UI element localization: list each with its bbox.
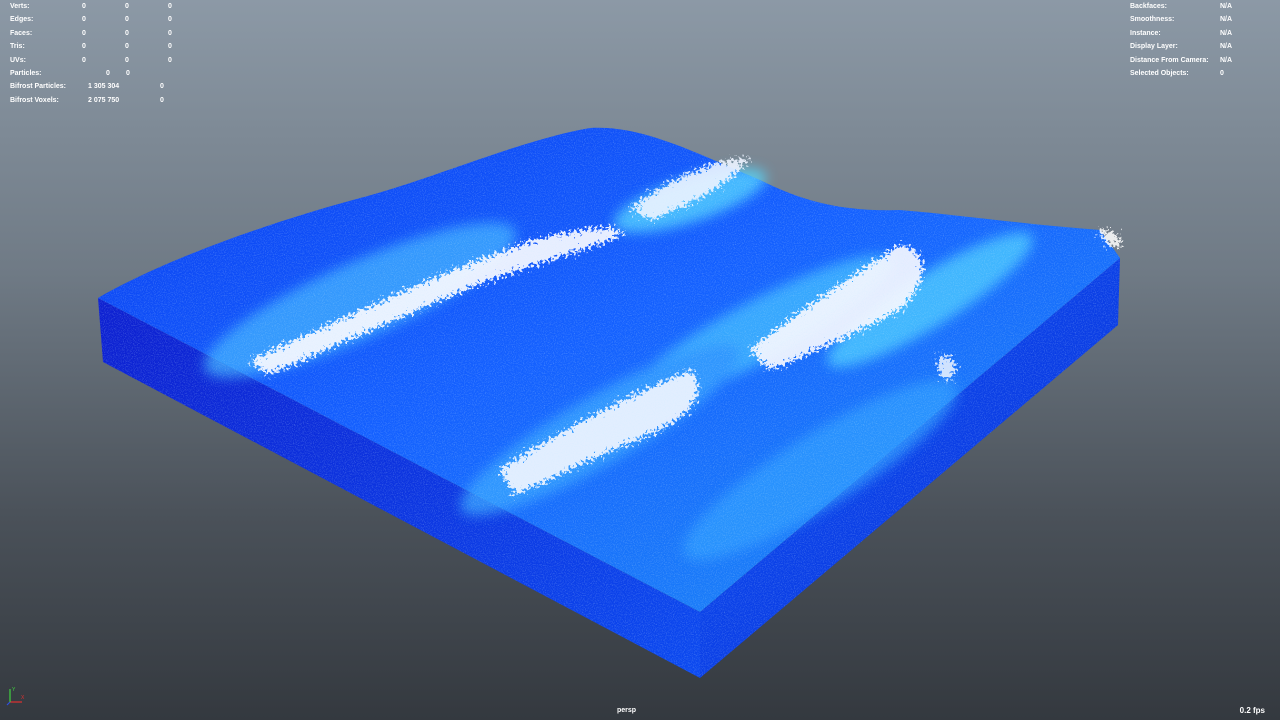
hud-label: Bifrost Voxels:: [10, 96, 59, 104]
hud-value: 0: [82, 29, 86, 37]
hud-row-bifrost-voxels: Bifrost Voxels: 2 075 750 0: [10, 94, 210, 107]
hud-value: 0: [168, 16, 172, 24]
hud-value: 0: [82, 3, 86, 10]
hud-value: 0: [106, 69, 110, 77]
hud-object-details: Backfaces: N/A Smoothness: N/A Instance:…: [1130, 0, 1270, 80]
hud-value: 0: [168, 43, 172, 51]
hud-value: 0: [82, 16, 86, 24]
hud-value: 0: [160, 83, 164, 91]
hud-value: 0: [1220, 69, 1224, 77]
hud-row-instance: Instance: N/A: [1130, 27, 1270, 40]
hud-value: 0: [125, 16, 129, 24]
hud-label: Verts:: [10, 3, 30, 10]
hud-value: N/A: [1220, 56, 1233, 64]
hud-label: Selected Objects:: [1130, 69, 1189, 77]
hud-value: 0: [168, 3, 172, 10]
hud-label: Smoothness:: [1130, 16, 1175, 24]
hud-value: 1 305 304: [88, 83, 120, 91]
hud-row-tris: Tris: 0 0 0: [10, 40, 210, 53]
fps-readout: 0.2 fps: [1239, 706, 1265, 715]
hud-label: Backfaces:: [1130, 3, 1167, 10]
hud-value: 0: [126, 69, 130, 77]
hud-value: 0: [82, 56, 86, 64]
hud-value: 0: [168, 29, 172, 37]
hud-label: Faces:: [10, 29, 33, 37]
hud-value: 0: [82, 43, 86, 51]
hud-row-bifrost-particles: Bifrost Particles: 1 305 304 0: [10, 80, 210, 93]
hud-row-verts: Verts: 0 0 0: [10, 0, 210, 13]
hud-label: Particles:: [10, 69, 42, 77]
hud-label: Tris:: [10, 43, 25, 51]
hud-label: Edges:: [10, 16, 34, 24]
hud-row-faces: Faces: 0 0 0: [10, 27, 210, 40]
hud-value: N/A: [1220, 29, 1233, 37]
fluid-block[interactable]: [98, 127, 1121, 679]
hud-poly-count: Verts: 0 0 0 Edges: 0 0 0 Faces: 0 0 0 T…: [10, 0, 210, 107]
hud-row-uvs: UVs: 0 0 0: [10, 54, 210, 67]
hud-label: Display Layer:: [1130, 43, 1178, 51]
z-axis-line: [6, 701, 11, 706]
hud-row-distance-from-camera: Distance From Camera: N/A: [1130, 54, 1270, 67]
axis-gizmo-icon: X Y: [6, 687, 25, 706]
camera-name-label: persp: [617, 707, 637, 714]
hud-value: N/A: [1220, 43, 1233, 51]
viewport-canvas[interactable]: [0, 0, 1280, 720]
hud-row-selected-objects: Selected Objects: 0: [1130, 67, 1270, 80]
hud-value: 0: [168, 56, 172, 64]
hud-row-edges: Edges: 0 0 0: [10, 13, 210, 26]
hud-label: Distance From Camera:: [1130, 56, 1209, 64]
hud-value: N/A: [1220, 3, 1233, 10]
hud-row-display-layer: Display Layer: N/A: [1130, 40, 1270, 53]
hud-value: 0: [125, 56, 129, 64]
hud-value: 0: [125, 3, 129, 10]
hud-label: Bifrost Particles:: [10, 83, 67, 91]
hud-value: 0: [125, 29, 129, 37]
hud-row-smoothness: Smoothness: N/A: [1130, 13, 1270, 26]
hud-value: 0: [125, 43, 129, 51]
hud-value: N/A: [1220, 16, 1233, 24]
hud-row-particles: Particles: 0 0: [10, 67, 210, 80]
hud-label: UVs:: [10, 56, 26, 64]
hud-row-backfaces: Backfaces: N/A: [1130, 0, 1270, 13]
hud-value: 2 075 750: [88, 96, 120, 104]
hud-label: Instance:: [1130, 29, 1161, 37]
y-axis-label: Y: [12, 687, 16, 693]
hud-value: 0: [160, 96, 164, 104]
x-axis-label: X: [21, 695, 25, 701]
